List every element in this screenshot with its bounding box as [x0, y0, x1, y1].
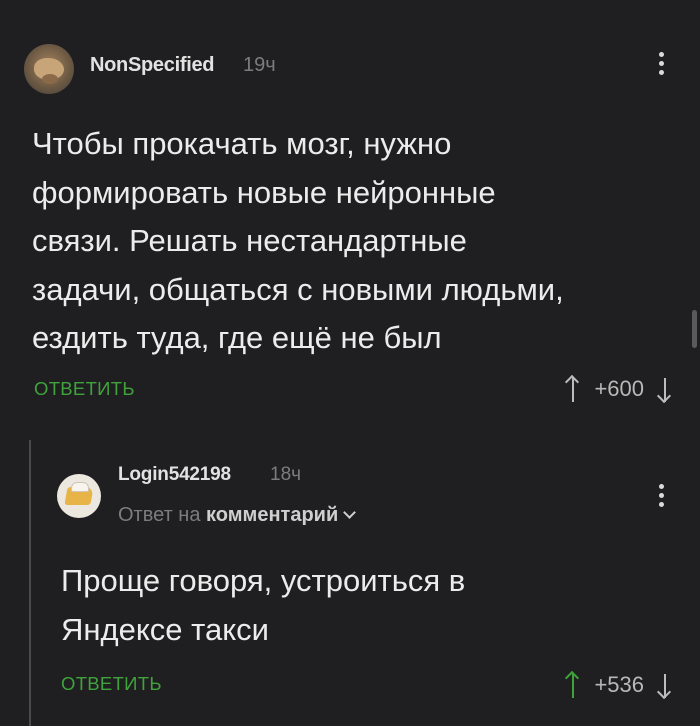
chevron-down-icon[interactable]: [343, 506, 357, 519]
avatar[interactable]: [24, 44, 74, 94]
more-options-icon[interactable]: [656, 484, 666, 514]
more-options-icon[interactable]: [656, 52, 666, 82]
avatar[interactable]: [57, 474, 101, 518]
reply-to-prefix: Ответ на: [118, 504, 201, 526]
comment-score: +600: [594, 376, 644, 401]
username[interactable]: Login542198: [118, 464, 231, 486]
comment-score: +536: [594, 672, 644, 697]
comment-text-line: Яндексе такси: [61, 611, 269, 647]
avatar-detail: [42, 74, 58, 84]
reply-button[interactable]: ОТВЕТИТЬ: [34, 378, 135, 400]
comment-text-line: связи. Решать нестандартные: [32, 223, 467, 258]
comment-text: Проще говоря, устроиться в Яндексе такси: [61, 557, 661, 654]
comment: NonSpecified 19ч Чтобы прокачать мозг, н…: [0, 0, 700, 420]
avatar-detail: [71, 482, 89, 492]
comment-text-line: Чтобы прокачать мозг, нужно: [32, 126, 452, 161]
comment-text: Чтобы прокачать мозг, нужно формировать …: [32, 120, 672, 363]
upvote-arrow-icon[interactable]: [565, 670, 580, 700]
comment-text-line: ездить туда, где ещё не был: [32, 320, 442, 355]
vote-controls: +600: [565, 374, 672, 404]
comment-time: 18ч: [270, 464, 302, 485]
downvote-arrow-icon[interactable]: [656, 374, 672, 404]
comment-text-line: формировать новые нейронные: [32, 174, 496, 210]
upvote-arrow-icon[interactable]: [565, 374, 580, 404]
reply-button[interactable]: ОТВЕТИТЬ: [61, 673, 162, 695]
comment-text-line: Проще говоря, устроиться в: [61, 563, 466, 598]
username[interactable]: NonSpecified: [90, 54, 215, 77]
scrollbar[interactable]: [692, 310, 697, 348]
reply-to-link[interactable]: комментарий: [206, 504, 338, 526]
comment-time: 19ч: [243, 54, 276, 76]
reply-to-info: Ответ на комментарий: [118, 504, 357, 527]
comment-text-line: задачи, общаться с новыми людьми,: [32, 271, 564, 307]
downvote-arrow-icon[interactable]: [656, 670, 672, 700]
reply-comment: Login542198 18ч Ответ на комментарий Про…: [0, 440, 700, 726]
vote-controls: +536: [565, 670, 672, 700]
